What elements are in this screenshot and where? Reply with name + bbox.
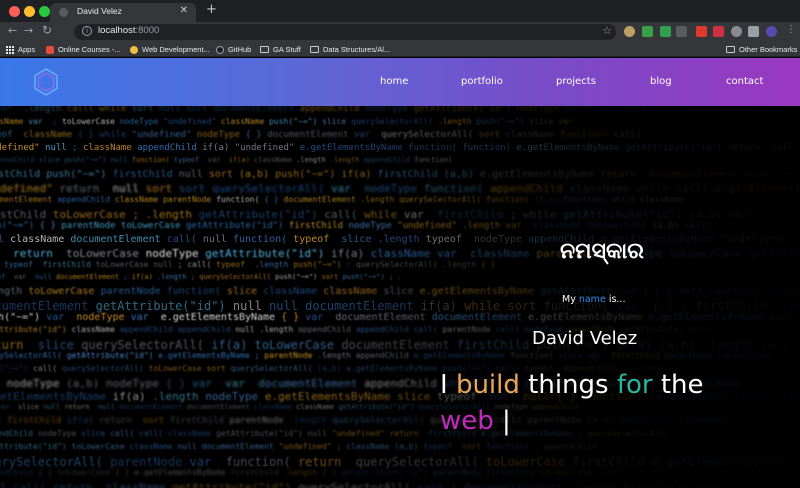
browser-tab-bar: David Velez ✕ + [0,0,800,22]
zoom-window-icon[interactable] [39,6,50,17]
bookmark-label: Web Development... [142,45,210,54]
forward-icon[interactable]: → [24,24,33,37]
apps-grid-icon [6,45,14,54]
website-viewport: home portfolio projects blog contact typ… [0,58,800,488]
other-bookmarks[interactable]: Other Bookmarks [726,44,797,55]
close-window-icon[interactable] [9,6,20,17]
webdev-icon [130,45,138,54]
info-icon[interactable]: i [82,26,92,36]
menu-kebab-icon[interactable]: ⋮ [786,24,797,35]
tab-close-icon[interactable]: ✕ [180,5,188,16]
back-icon[interactable]: ← [8,24,17,37]
hero-section: ନମସ୍କାର My name is... David Velez I buil… [0,58,800,488]
full-name-heading: David Velez [532,328,638,349]
extensions-puzzle-icon[interactable] [748,26,759,37]
bookmark-label: Online Courses -... [58,45,121,54]
minimize-window-icon[interactable] [24,6,35,17]
folder-icon [260,46,269,53]
folder-icon [310,46,319,53]
bookmark-github[interactable]: GitHub [216,44,251,55]
bookmark-apps[interactable]: Apps [6,44,35,55]
browser-tab[interactable]: David Velez ✕ [50,3,196,22]
extension-lightbulb-icon[interactable] [624,26,635,37]
url-text: localhost:8000 [98,25,160,36]
bookmark-label: Apps [18,45,36,54]
bookmark-star-icon[interactable]: ☆ [602,24,612,37]
bookmark-label: GA Stuff [273,45,301,54]
new-tab-icon[interactable]: + [206,2,217,17]
tab-title: David Velez [77,6,122,16]
extension-tree-icon[interactable] [642,26,653,37]
bookmark-label: GitHub [228,45,252,54]
my-name-line: My name is... [562,294,626,305]
favicon-icon [59,8,68,17]
bookmark-web-development[interactable]: Web Development... [130,44,210,55]
extension-green-icon[interactable] [660,26,671,37]
bookmark-label: Data Structures/Al... [323,45,391,54]
bookmarks-bar: Apps Online Courses -... Web Development… [0,42,800,57]
address-bar[interactable]: i localhost:8000 ☆ [74,24,616,40]
profile-avatar-icon[interactable] [766,26,777,37]
courses-icon [46,45,54,54]
greeting-heading: ନମସ୍କାର [560,239,644,264]
extension-circle-icon[interactable] [731,26,742,37]
extension-pocket-icon[interactable] [713,26,724,37]
bookmark-online-courses[interactable]: Online Courses -... [46,44,121,55]
folder-icon [726,46,735,53]
tagline-typed: I build things for the web | [440,370,704,436]
github-icon [216,45,224,54]
bookmark-data-structures[interactable]: Data Structures/Al... [310,44,390,55]
reload-icon[interactable]: ↻ [42,23,52,37]
bookmark-ga-stuff[interactable]: GA Stuff [260,44,301,55]
extension-red-icon[interactable] [696,26,707,37]
bookmark-label: Other Bookmarks [739,45,798,54]
extension-gray-icon[interactable] [676,26,687,37]
